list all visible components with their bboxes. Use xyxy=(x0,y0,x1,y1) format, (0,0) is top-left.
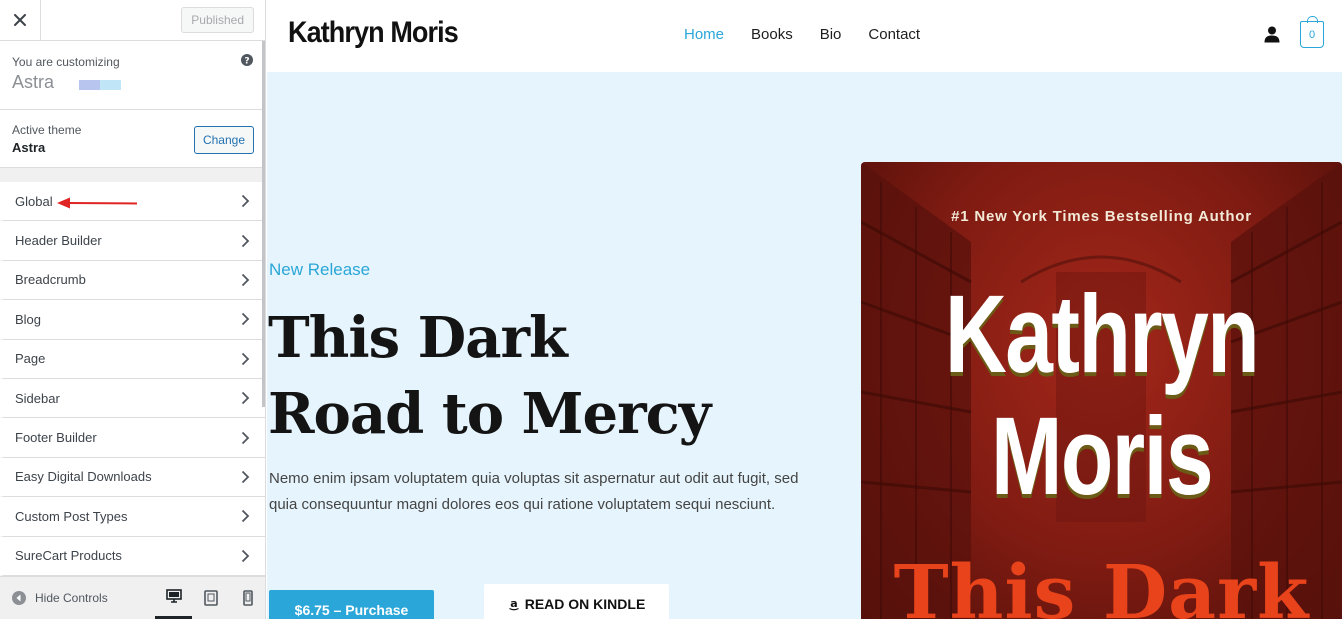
menu-item-header-builder[interactable]: Header Builder xyxy=(0,221,265,261)
customizing-site-name: Astra xyxy=(12,72,55,92)
hero-title-line-1: This Dark xyxy=(268,305,568,371)
cart-count: 0 xyxy=(1308,28,1316,41)
purchase-button[interactable]: $6.75 – Purchase xyxy=(269,590,434,619)
read-on-kindle-button[interactable]: a READ ON KINDLE xyxy=(484,584,669,619)
account-icon[interactable] xyxy=(1264,26,1280,43)
book-author-line-1: Kathryn xyxy=(944,273,1260,396)
menu-item-label: Blog xyxy=(15,311,42,327)
nav-books[interactable]: Books xyxy=(751,26,793,43)
book-author: Kathryn Moris xyxy=(914,274,1289,518)
svg-text:a: a xyxy=(510,598,517,610)
mobile-icon xyxy=(242,589,253,606)
customizer-footer: Hide Controls xyxy=(0,576,265,619)
help-icon[interactable]: ? xyxy=(241,54,253,66)
customizer-sidebar: Published You are customizing Astra ? Ac… xyxy=(0,0,266,619)
menu-item-global[interactable]: Global xyxy=(0,182,265,222)
hero-section: New Release This Dark Road to Mercy Nemo… xyxy=(267,72,1342,619)
section-divider xyxy=(0,168,265,182)
menu-item-label: Sidebar xyxy=(15,390,60,406)
menu-item-label: Custom Post Types xyxy=(15,508,128,524)
amazon-icon: a xyxy=(508,598,519,610)
nav-contact[interactable]: Contact xyxy=(868,26,920,43)
menu-item-sidebar[interactable]: Sidebar xyxy=(0,378,265,419)
change-theme-button[interactable]: Change xyxy=(193,126,254,154)
customizing-info: You are customizing Astra ? xyxy=(0,41,265,110)
kindle-label: READ ON KINDLE xyxy=(524,596,646,612)
device-preview-switcher xyxy=(155,576,265,619)
hero-tagline: New Release xyxy=(269,260,371,279)
menu-item-custom-post-types[interactable]: Custom Post Types xyxy=(0,497,265,537)
menu-item-page[interactable]: Page xyxy=(0,339,265,379)
site-nav: Home Books Bio Contact xyxy=(684,26,920,43)
customizer-app: Published You are customizing Astra ? Ac… xyxy=(0,0,1342,619)
chevron-right-icon xyxy=(241,313,250,326)
collapse-icon xyxy=(12,591,26,605)
sidebar-scrollbar[interactable] xyxy=(262,41,265,407)
site-color-swatch xyxy=(79,79,122,90)
menu-item-label: Global xyxy=(15,193,53,209)
active-theme-panel: Active theme Astra Change xyxy=(0,110,265,168)
chevron-right-icon xyxy=(241,392,250,405)
site-preview: Kathryn Moris Home Books Bio Contact 0 N… xyxy=(267,0,1342,619)
chevron-right-icon xyxy=(241,195,250,208)
menu-item-label: Footer Builder xyxy=(15,430,97,446)
published-button[interactable]: Published xyxy=(181,7,254,33)
customizer-topbar: Published xyxy=(0,0,265,41)
chevron-right-icon xyxy=(241,352,250,365)
menu-item-label: Header Builder xyxy=(15,233,102,249)
site-header: Kathryn Moris Home Books Bio Contact 0 xyxy=(267,0,1342,72)
close-icon xyxy=(14,14,26,26)
menu-item-easy-digital-downloads[interactable]: Easy Digital Downloads xyxy=(0,457,265,498)
menu-item-surecart-products[interactable]: SureCart Products xyxy=(0,536,265,576)
hero-description: Nemo enim ipsam voluptatem quia voluptas… xyxy=(269,470,799,513)
chevron-right-icon xyxy=(241,234,250,247)
customizing-label: You are customizing xyxy=(12,55,120,69)
chevron-right-icon xyxy=(241,549,250,562)
tablet-icon xyxy=(203,589,218,606)
book-tagline: #1 New York Times Bestselling Author xyxy=(951,208,1252,225)
desktop-preview-button[interactable] xyxy=(155,576,192,619)
menu-item-breadcrumb[interactable]: Breadcrumb xyxy=(0,260,265,301)
chevron-right-icon xyxy=(241,273,250,287)
chevron-right-icon xyxy=(241,431,250,444)
site-title[interactable]: Kathryn Moris xyxy=(288,16,459,50)
chevron-right-icon xyxy=(241,510,250,523)
book-title: This Dark xyxy=(893,550,1310,619)
cart-button[interactable]: 0 xyxy=(1300,16,1324,48)
close-customizer-button[interactable] xyxy=(0,0,41,41)
hide-controls-button[interactable]: Hide Controls xyxy=(12,591,108,605)
nav-bio[interactable]: Bio xyxy=(820,26,842,43)
menu-item-label: Breadcrumb xyxy=(15,272,86,288)
chevron-right-icon xyxy=(241,470,250,484)
desktop-icon xyxy=(165,589,182,603)
tablet-preview-button[interactable] xyxy=(192,576,229,619)
menu-item-label: Easy Digital Downloads xyxy=(15,469,152,485)
menu-item-blog[interactable]: Blog xyxy=(0,300,265,340)
svg-text:?: ? xyxy=(244,57,249,67)
hide-controls-label: Hide Controls xyxy=(35,591,108,605)
nav-home[interactable]: Home xyxy=(684,26,724,43)
hero-title-line-2: Road to Mercy xyxy=(268,381,711,447)
menu-item-label: Page xyxy=(15,351,46,367)
mobile-preview-button[interactable] xyxy=(229,576,265,619)
book-author-line-2: Moris xyxy=(990,395,1214,518)
customizer-menu: Global Header Builder Breadcrumb Blog Pa… xyxy=(0,182,265,576)
hero-title: This Dark Road to Mercy xyxy=(268,300,828,452)
book-cover[interactable]: #1 New York Times Bestselling Author Kat… xyxy=(861,162,1342,619)
menu-item-footer-builder[interactable]: Footer Builder xyxy=(0,418,265,458)
menu-item-label: SureCart Products xyxy=(15,548,122,564)
